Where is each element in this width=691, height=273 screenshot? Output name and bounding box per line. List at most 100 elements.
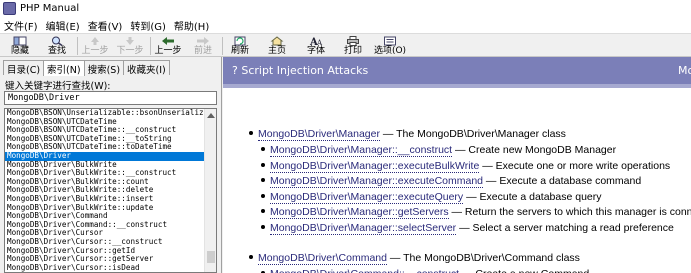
index-list-item[interactable]: MongoDB\Driver\BulkWrite::insert [5, 195, 205, 204]
title-bar: PHP Manual [0, 0, 691, 17]
font-button[interactable]: AA 字体 [305, 35, 327, 57]
svg-text:A: A [316, 39, 323, 46]
manager-method-link[interactable]: MongoDB\Driver\Manager::selectServer [270, 221, 457, 235]
bullet [261, 224, 265, 229]
tab-favorites[interactable]: 收藏夹(I) [123, 60, 170, 76]
index-list-item[interactable]: MongoDB\Driver\Command [5, 212, 205, 221]
index-list-item[interactable]: MongoDB\BSON\UTCDateTime::__construct [5, 126, 205, 135]
keyword-input[interactable]: MongoDB\Driver [4, 91, 217, 105]
index-list-item[interactable]: MongoDB\Driver\Cursor [5, 229, 205, 238]
manager-method-description: — Create new MongoDB Manager [452, 144, 617, 156]
index-list[interactable]: MongoDB\BSON\Unserializable::bsonUnseria… [4, 108, 217, 273]
manager-method-link[interactable]: MongoDB\Driver\Manager::executeQuery [270, 190, 464, 204]
index-list-item[interactable]: MongoDB\BSON\Unserializable::bsonUnseria… [5, 109, 205, 118]
home-button[interactable]: 主页 [266, 35, 288, 57]
back-label: 上一步 [154, 46, 182, 56]
index-list-item[interactable]: MongoDB\BSON\UTCDateTime [5, 118, 205, 127]
command-method-link[interactable]: MongoDB\Driver\Command::__construct [270, 268, 460, 273]
bullet [261, 178, 265, 183]
next-topic-button[interactable]: 下一步 [117, 35, 144, 57]
menu-view[interactable]: 查看(V) [88, 18, 123, 33]
manager-method-entry: MongoDB\Driver\Manager::executeQuery — E… [261, 190, 602, 204]
index-list-item[interactable]: MongoDB\Driver\BulkWrite::count [5, 178, 205, 187]
hide-label: 隐藏 [10, 46, 29, 56]
manager-description: — The MongoDB\Driver\Manager class [379, 128, 566, 140]
manager-method-link[interactable]: MongoDB\Driver\Manager::getServers [270, 206, 449, 219]
print-button[interactable]: 打印 [342, 35, 364, 57]
bullet [261, 162, 265, 167]
bullet [261, 193, 265, 198]
manager-link[interactable]: MongoDB\Driver\Manager [258, 128, 380, 141]
index-list-item[interactable]: MongoDB\Driver\Command::__construct [5, 221, 205, 230]
index-list-item[interactable]: MongoDB\BSON\UTCDateTime::__toString [5, 135, 205, 144]
menu-bar: 文件(F) 编辑(E) 查看(V) 转到(G) 帮助(H) [0, 17, 691, 33]
manager-method-description: — Return the servers to which this manag… [448, 206, 691, 218]
command-link[interactable]: MongoDB\Driver\Command [258, 252, 387, 265]
prev-topic-button[interactable]: 上一步 [82, 35, 109, 57]
index-list-item[interactable]: MongoDB\Driver\Cursor::isDead [5, 264, 205, 272]
scroll-up-icon[interactable] [206, 110, 216, 120]
forward-button[interactable]: 前进 [192, 35, 214, 57]
nav-tabs: 目录(C) 索引(N) 搜索(S) 收藏夹(I) [3, 60, 170, 76]
find-button[interactable]: 查找 [45, 35, 69, 57]
topic-header-title: ? Script Injection Attacks [232, 64, 369, 77]
menu-help[interactable]: 帮助(H) [174, 18, 209, 33]
manager-method-entry: MongoDB\Driver\Manager::selectServer — S… [261, 221, 674, 235]
index-list-item[interactable]: MongoDB\Driver\BulkWrite::__construct [5, 169, 205, 178]
index-scrollbar[interactable] [204, 109, 216, 272]
arrow-right-icon [196, 36, 210, 46]
arrow-left-icon [161, 36, 175, 46]
index-list-item[interactable]: MongoDB\Driver\Cursor::__construct [5, 238, 205, 247]
topic-header-right: Mo [678, 64, 691, 77]
home-label: 主页 [267, 46, 286, 56]
menu-edit[interactable]: 编辑(E) [46, 18, 80, 33]
manager-method-link[interactable]: MongoDB\Driver\Manager::executeBulkWrite [270, 159, 480, 173]
toolbar: 隐藏 查找 上一步 下一步 上一步 前进 刷新 主页 A A 字体 打印 选项(… [0, 33, 691, 57]
back-button[interactable]: 上一步 [154, 35, 182, 57]
index-list-item[interactable]: MongoDB\Driver\Cursor::getId [5, 247, 205, 256]
manager-entry: MongoDB\Driver\Manager — The MongoDB\Dri… [249, 127, 566, 141]
scrollbar-thumb[interactable] [207, 251, 215, 263]
index-list-item[interactable]: MongoDB\Driver [5, 151, 205, 161]
index-list-item[interactable]: MongoDB\Driver\Cursor::getServer [5, 255, 205, 264]
options-button[interactable]: 选项(O) [373, 35, 407, 57]
command-entry: MongoDB\Driver\Command — The MongoDB\Dri… [249, 251, 580, 265]
keyword-label: 键入关键字进行查找(W): [5, 81, 111, 92]
index-list-item[interactable]: MongoDB\Driver\BulkWrite::delete [5, 186, 205, 195]
manager-method-description: — Execute one or more write operations [479, 159, 671, 172]
toolbar-separator [222, 37, 223, 55]
index-list-item[interactable]: MongoDB\Driver\BulkWrite [5, 161, 205, 170]
manager-method-description: — Execute a database command [483, 175, 642, 187]
refresh-button[interactable]: 刷新 [229, 35, 251, 57]
menu-file[interactable]: 文件(F) [4, 18, 38, 33]
command-description: — The MongoDB\Driver\Command class [386, 252, 580, 264]
header-divider [223, 84, 691, 88]
tab-search[interactable]: 搜索(S) [83, 60, 125, 76]
find-icon [50, 36, 64, 46]
hide-icon [13, 36, 27, 46]
php-manual-window: PHP Manual 文件(F) 编辑(E) 查看(V) 转到(G) 帮助(H)… [0, 0, 691, 273]
manager-method-description: — Execute a database query [463, 190, 602, 203]
tab-index[interactable]: 索引(N) [43, 60, 85, 76]
print-label: 打印 [343, 46, 362, 56]
hide-button[interactable]: 隐藏 [8, 35, 32, 57]
arrow-up-icon [88, 36, 102, 46]
index-list-item[interactable]: MongoDB\BSON\UTCDateTime::toDateTime [5, 143, 205, 152]
toolbar-separator [150, 37, 151, 55]
manager-method-description: — Select a server matching a read prefer… [456, 221, 674, 234]
refresh-label: 刷新 [230, 46, 249, 56]
manager-method-entry: MongoDB\Driver\Manager::executeBulkWrite… [261, 159, 670, 173]
bullet [261, 147, 265, 152]
bullet [249, 255, 253, 260]
menu-go[interactable]: 转到(G) [130, 18, 166, 33]
font-icon: AA [309, 36, 323, 46]
toolbar-separator [77, 37, 78, 55]
tab-contents[interactable]: 目录(C) [3, 60, 45, 76]
forward-label: 前进 [193, 46, 212, 56]
manager-method-link[interactable]: MongoDB\Driver\Manager::__construct [270, 144, 453, 157]
manager-method-link[interactable]: MongoDB\Driver\Manager::executeCommand [270, 175, 484, 188]
index-list-item[interactable]: MongoDB\Driver\BulkWrite::update [5, 204, 205, 213]
print-icon [346, 36, 360, 46]
topic-pane: ? Script Injection Attacks Mo MongoDB\Dr… [223, 57, 691, 273]
find-label: 查找 [47, 46, 66, 56]
